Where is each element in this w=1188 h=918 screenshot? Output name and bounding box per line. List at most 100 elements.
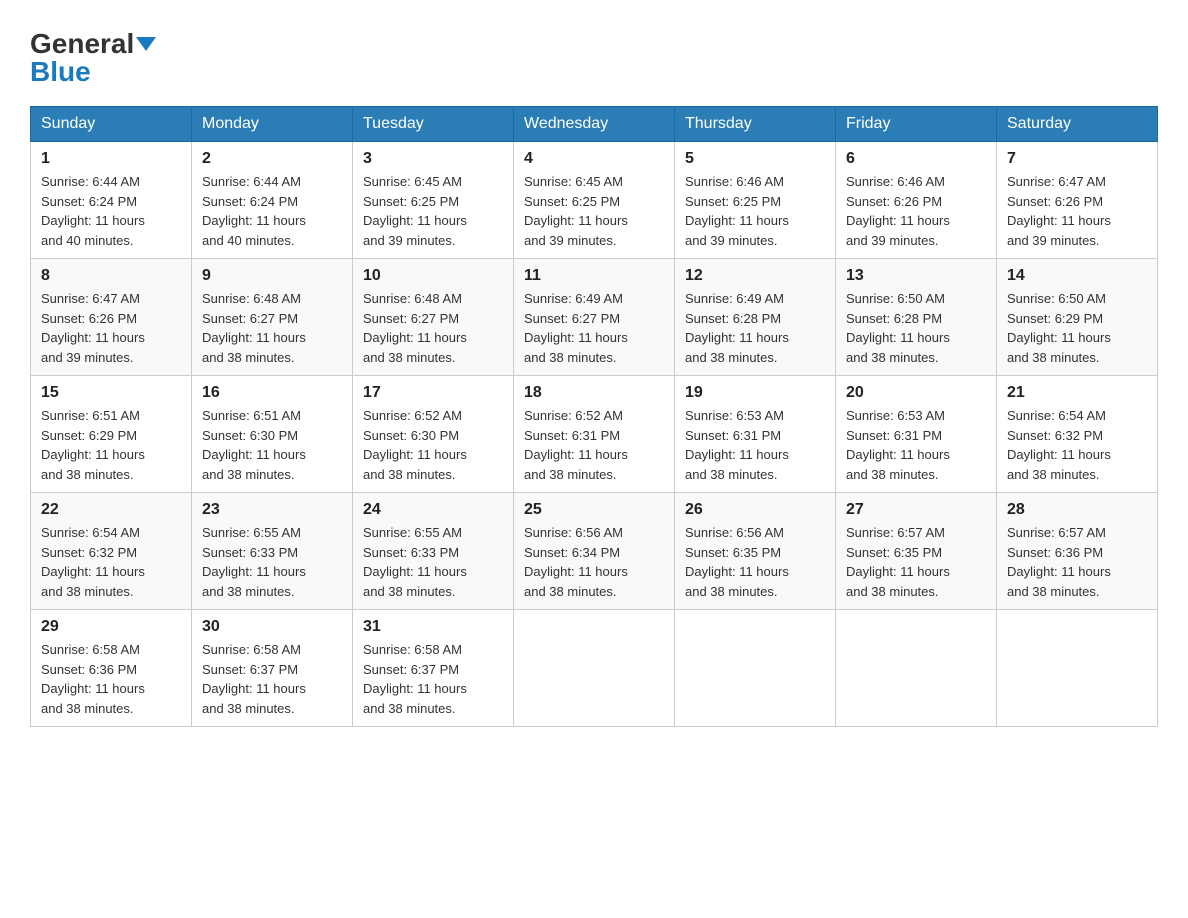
day-info: Sunrise: 6:50 AM Sunset: 6:29 PM Dayligh… [1007, 289, 1147, 367]
day-cell: 6 Sunrise: 6:46 AM Sunset: 6:26 PM Dayli… [836, 142, 997, 259]
day-cell: 29 Sunrise: 6:58 AM Sunset: 6:36 PM Dayl… [31, 610, 192, 727]
day-number: 25 [524, 501, 664, 519]
day-number: 27 [846, 501, 986, 519]
header-tuesday: Tuesday [353, 107, 514, 142]
day-cell: 17 Sunrise: 6:52 AM Sunset: 6:30 PM Dayl… [353, 376, 514, 493]
day-number: 16 [202, 384, 342, 402]
day-cell [836, 610, 997, 727]
day-info: Sunrise: 6:58 AM Sunset: 6:37 PM Dayligh… [363, 640, 503, 718]
day-number: 9 [202, 267, 342, 285]
day-cell: 23 Sunrise: 6:55 AM Sunset: 6:33 PM Dayl… [192, 493, 353, 610]
day-info: Sunrise: 6:46 AM Sunset: 6:26 PM Dayligh… [846, 172, 986, 250]
day-info: Sunrise: 6:46 AM Sunset: 6:25 PM Dayligh… [685, 172, 825, 250]
day-cell: 19 Sunrise: 6:53 AM Sunset: 6:31 PM Dayl… [675, 376, 836, 493]
day-cell: 4 Sunrise: 6:45 AM Sunset: 6:25 PM Dayli… [514, 142, 675, 259]
day-number: 24 [363, 501, 503, 519]
header-monday: Monday [192, 107, 353, 142]
day-info: Sunrise: 6:48 AM Sunset: 6:27 PM Dayligh… [363, 289, 503, 367]
day-cell: 18 Sunrise: 6:52 AM Sunset: 6:31 PM Dayl… [514, 376, 675, 493]
day-number: 8 [41, 267, 181, 285]
day-cell: 13 Sunrise: 6:50 AM Sunset: 6:28 PM Dayl… [836, 259, 997, 376]
logo-blue-text: Blue [30, 58, 91, 86]
day-number: 22 [41, 501, 181, 519]
day-info: Sunrise: 6:45 AM Sunset: 6:25 PM Dayligh… [363, 172, 503, 250]
day-info: Sunrise: 6:47 AM Sunset: 6:26 PM Dayligh… [41, 289, 181, 367]
page-header: General Blue [30, 30, 1158, 86]
day-cell: 28 Sunrise: 6:57 AM Sunset: 6:36 PM Dayl… [997, 493, 1158, 610]
day-number: 28 [1007, 501, 1147, 519]
day-info: Sunrise: 6:49 AM Sunset: 6:28 PM Dayligh… [685, 289, 825, 367]
day-cell: 14 Sunrise: 6:50 AM Sunset: 6:29 PM Dayl… [997, 259, 1158, 376]
day-info: Sunrise: 6:52 AM Sunset: 6:30 PM Dayligh… [363, 406, 503, 484]
day-info: Sunrise: 6:44 AM Sunset: 6:24 PM Dayligh… [202, 172, 342, 250]
day-info: Sunrise: 6:51 AM Sunset: 6:30 PM Dayligh… [202, 406, 342, 484]
week-row-2: 8 Sunrise: 6:47 AM Sunset: 6:26 PM Dayli… [31, 259, 1158, 376]
day-number: 6 [846, 150, 986, 168]
day-cell: 7 Sunrise: 6:47 AM Sunset: 6:26 PM Dayli… [997, 142, 1158, 259]
day-cell: 25 Sunrise: 6:56 AM Sunset: 6:34 PM Dayl… [514, 493, 675, 610]
day-info: Sunrise: 6:58 AM Sunset: 6:37 PM Dayligh… [202, 640, 342, 718]
day-cell: 9 Sunrise: 6:48 AM Sunset: 6:27 PM Dayli… [192, 259, 353, 376]
day-number: 1 [41, 150, 181, 168]
day-number: 23 [202, 501, 342, 519]
day-cell: 12 Sunrise: 6:49 AM Sunset: 6:28 PM Dayl… [675, 259, 836, 376]
day-info: Sunrise: 6:56 AM Sunset: 6:34 PM Dayligh… [524, 523, 664, 601]
day-info: Sunrise: 6:54 AM Sunset: 6:32 PM Dayligh… [1007, 406, 1147, 484]
day-number: 26 [685, 501, 825, 519]
day-info: Sunrise: 6:52 AM Sunset: 6:31 PM Dayligh… [524, 406, 664, 484]
day-cell: 15 Sunrise: 6:51 AM Sunset: 6:29 PM Dayl… [31, 376, 192, 493]
day-number: 11 [524, 267, 664, 285]
day-number: 31 [363, 618, 503, 636]
day-number: 10 [363, 267, 503, 285]
day-info: Sunrise: 6:47 AM Sunset: 6:26 PM Dayligh… [1007, 172, 1147, 250]
day-info: Sunrise: 6:58 AM Sunset: 6:36 PM Dayligh… [41, 640, 181, 718]
day-number: 29 [41, 618, 181, 636]
day-info: Sunrise: 6:45 AM Sunset: 6:25 PM Dayligh… [524, 172, 664, 250]
week-row-1: 1 Sunrise: 6:44 AM Sunset: 6:24 PM Dayli… [31, 142, 1158, 259]
day-cell: 21 Sunrise: 6:54 AM Sunset: 6:32 PM Dayl… [997, 376, 1158, 493]
day-number: 17 [363, 384, 503, 402]
day-cell: 31 Sunrise: 6:58 AM Sunset: 6:37 PM Dayl… [353, 610, 514, 727]
day-number: 30 [202, 618, 342, 636]
day-cell: 30 Sunrise: 6:58 AM Sunset: 6:37 PM Dayl… [192, 610, 353, 727]
day-info: Sunrise: 6:48 AM Sunset: 6:27 PM Dayligh… [202, 289, 342, 367]
day-info: Sunrise: 6:53 AM Sunset: 6:31 PM Dayligh… [846, 406, 986, 484]
day-info: Sunrise: 6:50 AM Sunset: 6:28 PM Dayligh… [846, 289, 986, 367]
day-number: 14 [1007, 267, 1147, 285]
day-number: 4 [524, 150, 664, 168]
header-row: SundayMondayTuesdayWednesdayThursdayFrid… [31, 107, 1158, 142]
day-info: Sunrise: 6:54 AM Sunset: 6:32 PM Dayligh… [41, 523, 181, 601]
day-number: 19 [685, 384, 825, 402]
day-number: 12 [685, 267, 825, 285]
header-sunday: Sunday [31, 107, 192, 142]
day-number: 15 [41, 384, 181, 402]
day-cell: 20 Sunrise: 6:53 AM Sunset: 6:31 PM Dayl… [836, 376, 997, 493]
day-number: 5 [685, 150, 825, 168]
day-info: Sunrise: 6:55 AM Sunset: 6:33 PM Dayligh… [363, 523, 503, 601]
day-number: 3 [363, 150, 503, 168]
day-number: 18 [524, 384, 664, 402]
header-saturday: Saturday [997, 107, 1158, 142]
day-cell: 5 Sunrise: 6:46 AM Sunset: 6:25 PM Dayli… [675, 142, 836, 259]
logo-triangle-icon [136, 37, 156, 51]
day-number: 13 [846, 267, 986, 285]
day-cell [514, 610, 675, 727]
day-cell: 22 Sunrise: 6:54 AM Sunset: 6:32 PM Dayl… [31, 493, 192, 610]
day-info: Sunrise: 6:55 AM Sunset: 6:33 PM Dayligh… [202, 523, 342, 601]
day-number: 21 [1007, 384, 1147, 402]
day-info: Sunrise: 6:44 AM Sunset: 6:24 PM Dayligh… [41, 172, 181, 250]
day-info: Sunrise: 6:53 AM Sunset: 6:31 PM Dayligh… [685, 406, 825, 484]
day-cell: 10 Sunrise: 6:48 AM Sunset: 6:27 PM Dayl… [353, 259, 514, 376]
day-cell: 16 Sunrise: 6:51 AM Sunset: 6:30 PM Dayl… [192, 376, 353, 493]
day-cell: 2 Sunrise: 6:44 AM Sunset: 6:24 PM Dayli… [192, 142, 353, 259]
logo-general-text: General [30, 30, 134, 58]
day-number: 20 [846, 384, 986, 402]
day-number: 2 [202, 150, 342, 168]
day-info: Sunrise: 6:49 AM Sunset: 6:27 PM Dayligh… [524, 289, 664, 367]
week-row-4: 22 Sunrise: 6:54 AM Sunset: 6:32 PM Dayl… [31, 493, 1158, 610]
day-cell: 27 Sunrise: 6:57 AM Sunset: 6:35 PM Dayl… [836, 493, 997, 610]
day-info: Sunrise: 6:56 AM Sunset: 6:35 PM Dayligh… [685, 523, 825, 601]
day-cell [997, 610, 1158, 727]
day-info: Sunrise: 6:51 AM Sunset: 6:29 PM Dayligh… [41, 406, 181, 484]
day-cell: 8 Sunrise: 6:47 AM Sunset: 6:26 PM Dayli… [31, 259, 192, 376]
